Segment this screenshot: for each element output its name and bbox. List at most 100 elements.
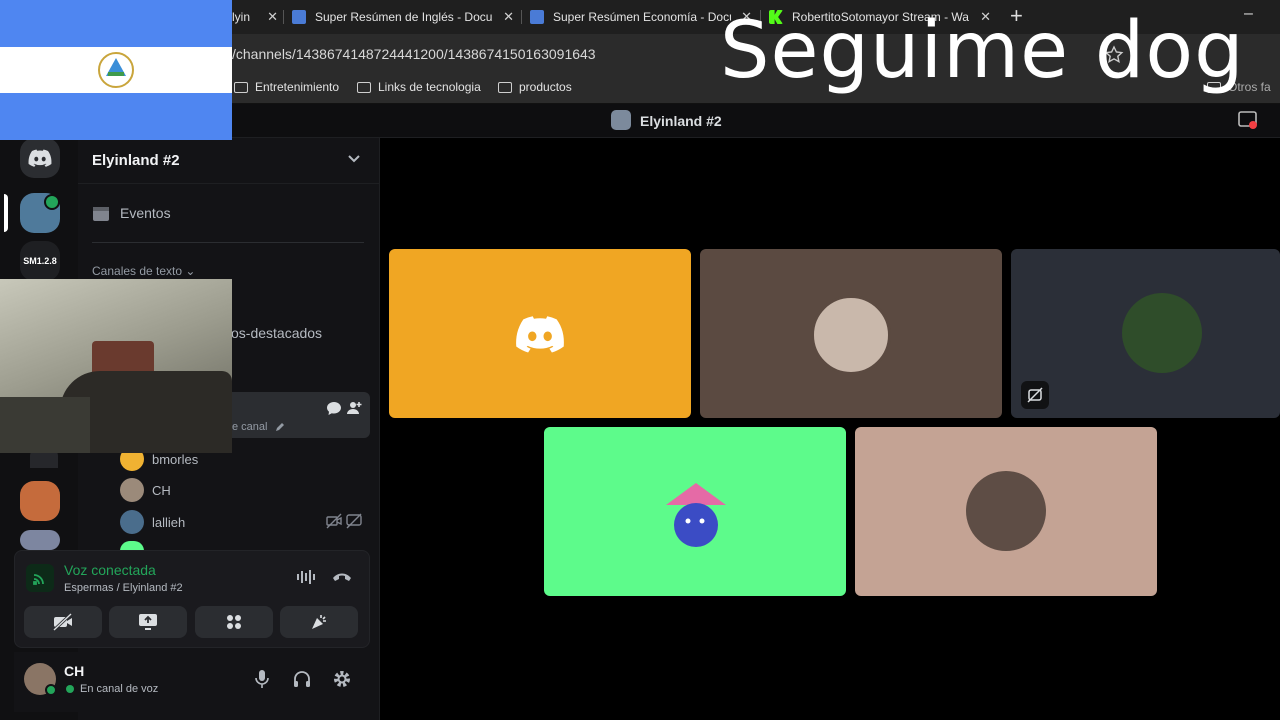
webcam-object <box>0 397 90 453</box>
video-tile-user[interactable] <box>544 427 846 596</box>
calendar-icon <box>93 207 109 221</box>
window-title: Elyinland #2 <box>640 113 722 129</box>
connection-icon[interactable] <box>26 564 54 592</box>
stream-off-icon <box>346 513 362 529</box>
microphone-icon[interactable] <box>253 669 271 689</box>
flag-stripe <box>0 0 232 47</box>
voice-member[interactable]: lallieh <box>120 510 185 534</box>
chevron-down-icon[interactable] <box>347 154 361 164</box>
video-tile-user[interactable] <box>855 427 1157 596</box>
inbox-icon[interactable] <box>1237 109 1259 131</box>
bookmark-label: productos <box>519 80 572 94</box>
discord-logo-icon <box>516 315 564 353</box>
camera-off-icon <box>326 513 342 529</box>
activities-button[interactable] <box>195 606 273 638</box>
member-name: bmorles <box>152 451 199 467</box>
noise-suppression-icon[interactable] <box>296 569 316 585</box>
server-avatar <box>611 110 631 130</box>
chat-bubble-icon[interactable] <box>326 401 342 416</box>
divider <box>92 242 364 243</box>
voice-channel-hint: e canal <box>232 421 268 433</box>
voice-dot-icon <box>66 685 74 693</box>
tab-separator <box>283 10 284 24</box>
gear-icon[interactable] <box>332 669 352 689</box>
camera-off-icon <box>1027 387 1043 403</box>
stream-off-badge <box>1021 381 1049 409</box>
voice-status-subtitle[interactable]: Espermas / Elyinland #2 <box>64 582 183 594</box>
folder-icon <box>234 81 248 93</box>
events-item[interactable]: Eventos <box>92 204 171 222</box>
video-tile-user[interactable] <box>1011 249 1280 418</box>
discord-title-bar <box>232 104 1280 138</box>
server-icon[interactable] <box>20 530 60 550</box>
user-name: CH <box>64 663 85 679</box>
server-active-pill <box>4 194 8 232</box>
video-tile-discord[interactable] <box>389 249 691 418</box>
nicaragua-flag-overlay <box>0 0 232 140</box>
tab-label: lyin <box>232 10 251 24</box>
member-name: CH <box>152 482 171 498</box>
coat-of-arms-icon <box>98 52 134 88</box>
server-icon-label: SM1.2.8 <box>23 256 57 266</box>
bookmark-productos[interactable]: productos <box>498 80 572 94</box>
member-name: lallieh <box>152 514 186 530</box>
headphones-icon[interactable] <box>292 669 312 689</box>
discord-logo-icon <box>28 149 52 167</box>
speaker-badge-icon <box>44 194 60 210</box>
bookmark-links-tecnologia[interactable]: Links de tecnologia <box>357 80 481 94</box>
docs-icon <box>530 10 544 24</box>
video-tile-user[interactable] <box>700 249 1002 418</box>
participant-avatar <box>1122 293 1202 373</box>
pencil-icon[interactable] <box>274 422 285 433</box>
webcam-overlay <box>0 279 232 453</box>
minimize-button[interactable]: – <box>1244 5 1253 23</box>
screen-share-icon <box>139 614 157 630</box>
folder-icon <box>498 81 512 93</box>
url-input[interactable]: /channels/1438674148724441200/1438674150… <box>232 46 596 62</box>
discord-home-button[interactable] <box>20 138 60 178</box>
channel-item-destacados[interactable]: os-destacados <box>231 325 322 341</box>
soundboard-icon <box>312 615 326 629</box>
tab-close-icon[interactable]: ✕ <box>503 9 514 25</box>
screen-share-button[interactable] <box>109 606 187 638</box>
participant-avatar <box>966 471 1046 551</box>
participant-avatar <box>811 295 891 375</box>
bookmark-label: Entretenimiento <box>255 80 340 94</box>
tab-label: Super Resúmen Economía - Docu <box>553 10 731 24</box>
server-icon-sm[interactable]: SM1.2.8 <box>20 241 60 281</box>
chevron-down-icon: ⌄ <box>185 264 196 278</box>
flag-stripe <box>0 47 232 93</box>
user-status: En canal de voz <box>66 683 158 695</box>
flag-stripe <box>0 93 232 140</box>
disconnect-icon[interactable] <box>332 570 352 582</box>
voice-member[interactable]: CH <box>120 478 171 502</box>
add-member-icon[interactable] <box>346 400 362 416</box>
tab-close-icon[interactable]: ✕ <box>267 9 278 25</box>
online-status-icon <box>45 684 57 696</box>
server-name: Elyinland #2 <box>92 152 180 169</box>
server-icon[interactable] <box>20 481 60 521</box>
activities-icon <box>227 615 241 629</box>
signal-icon <box>33 574 44 585</box>
camera-off-icon <box>52 613 73 631</box>
soundboard-button[interactable] <box>280 606 358 638</box>
voice-status-title: Voz conectada <box>64 562 156 578</box>
tab-label: Super Resúmen de Inglés - Docu <box>315 10 493 24</box>
avatar <box>120 510 144 534</box>
user-status-label: En canal de voz <box>80 683 159 695</box>
category-label: Canales de texto <box>92 264 183 278</box>
avatar <box>120 478 144 502</box>
bookmark-label: Links de tecnologia <box>378 80 481 94</box>
browser-tab-discord[interactable]: lyin ✕ <box>232 4 278 30</box>
house-avatar-icon <box>666 483 726 547</box>
category-text-channels[interactable]: Canales de texto ⌄ <box>92 264 195 278</box>
folder-icon <box>357 81 371 93</box>
user-panel <box>14 652 370 712</box>
camera-button[interactable] <box>24 606 102 638</box>
docs-icon <box>292 10 306 24</box>
stream-overlay-text: Seguime dog <box>720 6 1245 96</box>
browser-tab-economia[interactable]: Super Resúmen Economía - Docu ✕ <box>530 4 752 30</box>
events-label: Eventos <box>120 205 171 221</box>
browser-tab-ingles[interactable]: Super Resúmen de Inglés - Docu ✕ <box>292 4 514 30</box>
bookmark-entretenimiento[interactable]: Entretenimiento <box>234 80 339 94</box>
